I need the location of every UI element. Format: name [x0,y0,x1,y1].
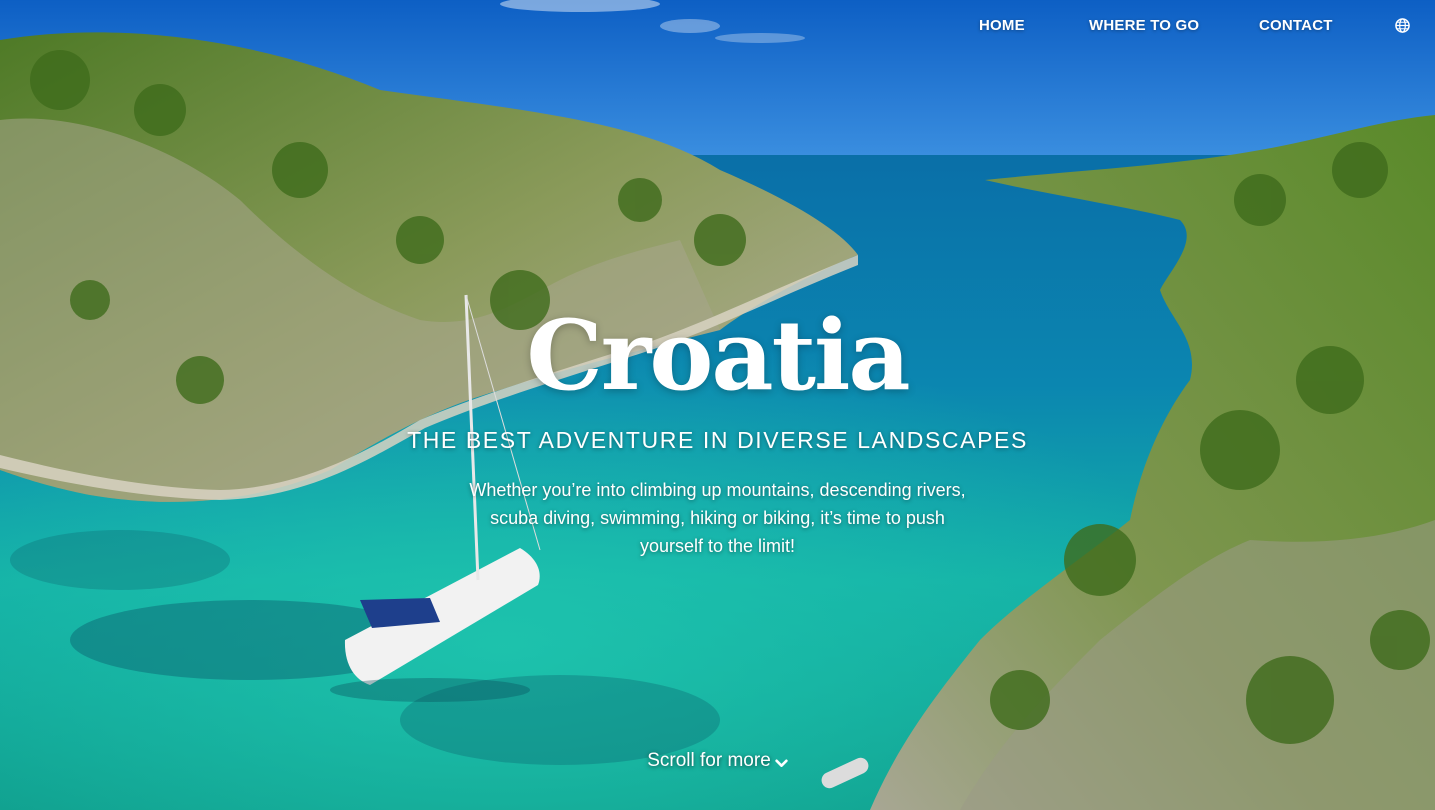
nav-contact-link[interactable]: CONTACT [1259,17,1333,34]
hero-description: Whether you’re into climbing up mountain… [469,480,966,556]
nav-home-link[interactable]: HOME [979,17,1025,34]
hero-subtitle: THE BEST ADVENTURE IN DIVERSE LANDSCAPES [407,427,1028,453]
scroll-label[interactable]: Scroll for more [647,750,771,771]
chevron-down-icon[interactable] [775,754,788,768]
nav-where-to-go-link[interactable]: WHERE TO GO [1089,17,1199,34]
hero-section: HOME WHERE TO GO CONTACT Croatia THE BES… [0,0,1435,810]
scroll-for-more-link[interactable]: Scroll for more [0,750,1435,772]
globe-icon[interactable] [1395,18,1410,33]
page-title: Croatia [526,299,910,412]
